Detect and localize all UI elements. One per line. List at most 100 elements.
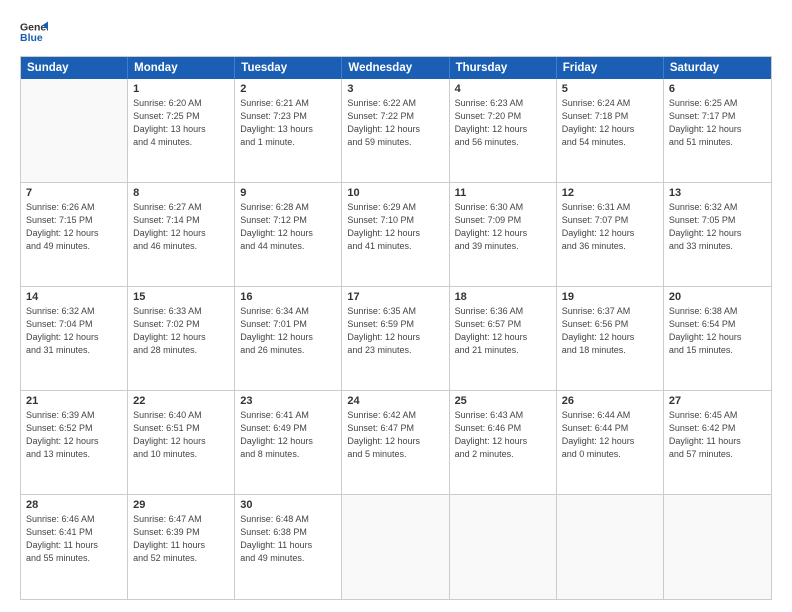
calendar-day-15: 15Sunrise: 6:33 AMSunset: 7:02 PMDayligh… [128,287,235,390]
cell-line: and 46 minutes. [133,240,229,253]
calendar-day-7: 7Sunrise: 6:26 AMSunset: 7:15 PMDaylight… [21,183,128,286]
header-day-wednesday: Wednesday [342,57,449,79]
day-number: 21 [26,395,122,407]
cell-line: Sunset: 7:02 PM [133,318,229,331]
cell-line: Sunset: 7:17 PM [669,110,766,123]
cell-line: Daylight: 12 hours [240,331,336,344]
cell-line: Daylight: 12 hours [669,331,766,344]
calendar-day-9: 9Sunrise: 6:28 AMSunset: 7:12 PMDaylight… [235,183,342,286]
cell-line: Sunrise: 6:38 AM [669,305,766,318]
cell-line: and 49 minutes. [240,552,336,565]
cell-line: Sunset: 6:54 PM [669,318,766,331]
cell-line: Sunset: 6:41 PM [26,526,122,539]
header: General Blue [20,18,772,46]
day-number: 3 [347,83,443,95]
day-number: 28 [26,499,122,511]
cell-line: Sunset: 6:56 PM [562,318,658,331]
calendar-week-5: 28Sunrise: 6:46 AMSunset: 6:41 PMDayligh… [21,495,771,599]
cell-line: Sunset: 7:18 PM [562,110,658,123]
cell-line: Sunset: 6:46 PM [455,422,551,435]
cell-line: Sunset: 7:04 PM [26,318,122,331]
calendar-day-5: 5Sunrise: 6:24 AMSunset: 7:18 PMDaylight… [557,79,664,182]
calendar-header: SundayMondayTuesdayWednesdayThursdayFrid… [21,57,771,79]
cell-line: and 10 minutes. [133,448,229,461]
cell-line: Daylight: 12 hours [347,227,443,240]
cell-line: Sunset: 7:07 PM [562,214,658,227]
cell-line: and 1 minute. [240,136,336,149]
cell-line: Daylight: 12 hours [455,123,551,136]
page: General Blue SundayMondayTuesdayWednesda… [0,0,792,612]
cell-line: and 18 minutes. [562,344,658,357]
day-number: 16 [240,291,336,303]
day-number: 1 [133,83,229,95]
cell-line: Daylight: 13 hours [240,123,336,136]
day-number: 20 [669,291,766,303]
header-day-monday: Monday [128,57,235,79]
day-number: 10 [347,187,443,199]
calendar-day-19: 19Sunrise: 6:37 AMSunset: 6:56 PMDayligh… [557,287,664,390]
cell-line: Daylight: 12 hours [455,331,551,344]
day-number: 14 [26,291,122,303]
calendar-day-8: 8Sunrise: 6:27 AMSunset: 7:14 PMDaylight… [128,183,235,286]
day-number: 11 [455,187,551,199]
cell-line: Daylight: 11 hours [669,435,766,448]
cell-line: Sunset: 7:12 PM [240,214,336,227]
day-number: 5 [562,83,658,95]
calendar-day-10: 10Sunrise: 6:29 AMSunset: 7:10 PMDayligh… [342,183,449,286]
calendar-day-14: 14 Sunrise: 6:32 AMSunset: 7:04 PMDayligh… [21,287,128,390]
cell-line: and 39 minutes. [455,240,551,253]
day-number: 4 [455,83,551,95]
calendar-day-26: 26Sunrise: 6:44 AMSunset: 6:44 PMDayligh… [557,391,664,494]
calendar-body: 1Sunrise: 6:20 AMSunset: 7:25 PMDaylight… [21,79,771,599]
cell-line: and 52 minutes. [133,552,229,565]
day-number: 22 [133,395,229,407]
cell-line: Daylight: 12 hours [562,227,658,240]
day-number: 6 [669,83,766,95]
cell-line: and 4 minutes. [133,136,229,149]
day-number: 30 [240,499,336,511]
cell-line: and 57 minutes. [669,448,766,461]
cell-line: Daylight: 12 hours [26,331,122,344]
cell-line: Sunrise: 6:30 AM [455,201,551,214]
cell-line: Sunrise: 6:22 AM [347,97,443,110]
calendar-day-2: 2Sunrise: 6:21 AMSunset: 7:23 PMDaylight… [235,79,342,182]
cell-line: Sunrise: 6:32 AM [26,305,122,318]
cell-line: Sunrise: 6:29 AM [347,201,443,214]
day-number: 23 [240,395,336,407]
day-number: 25 [455,395,551,407]
cell-line: Sunrise: 6:24 AM [562,97,658,110]
cell-line: Sunrise: 6:44 AM [562,409,658,422]
cell-line: Sunrise: 6:34 AM [240,305,336,318]
calendar-day-29: 29Sunrise: 6:47 AMSunset: 6:39 PMDayligh… [128,495,235,599]
cell-line: Sunset: 7:15 PM [26,214,122,227]
svg-text:Blue: Blue [20,32,43,44]
cell-line: Sunset: 7:22 PM [347,110,443,123]
cell-line: Daylight: 11 hours [133,539,229,552]
logo-icon: General Blue [20,18,48,46]
cell-line: Sunrise: 6:43 AM [455,409,551,422]
calendar-day-1: 1Sunrise: 6:20 AMSunset: 7:25 PMDaylight… [128,79,235,182]
calendar-day-30: 30Sunrise: 6:48 AMSunset: 6:38 PMDayligh… [235,495,342,599]
cell-line: Daylight: 12 hours [669,227,766,240]
cell-line: and 15 minutes. [669,344,766,357]
cell-line: Sunset: 7:09 PM [455,214,551,227]
calendar-day-13: 13Sunrise: 6:32 AMSunset: 7:05 PMDayligh… [664,183,771,286]
cell-line: Sunrise: 6:42 AM [347,409,443,422]
cell-line: and 41 minutes. [347,240,443,253]
cell-line: and 56 minutes. [455,136,551,149]
cell-line: and 55 minutes. [26,552,122,565]
cell-line: Sunrise: 6:33 AM [133,305,229,318]
cell-line: Sunset: 7:14 PM [133,214,229,227]
cell-line: Sunset: 6:42 PM [669,422,766,435]
cell-line: Sunrise: 6:41 AM [240,409,336,422]
cell-line: Sunrise: 6:32 AM [669,201,766,214]
cell-line: Daylight: 12 hours [347,435,443,448]
cell-line: Sunset: 7:23 PM [240,110,336,123]
cell-line: and 33 minutes. [669,240,766,253]
calendar-week-3: 14Sunrise: 6:32 AMSunset: 7:04 PMDayligh… [21,287,771,391]
cell-line: Sunset: 6:51 PM [133,422,229,435]
cell-line: and 44 minutes. [240,240,336,253]
cell-line: Daylight: 12 hours [562,331,658,344]
calendar-day-18: 18Sunrise: 6:36 AMSunset: 6:57 PMDayligh… [450,287,557,390]
calendar-day-12: 12Sunrise: 6:31 AMSunset: 7:07 PMDayligh… [557,183,664,286]
